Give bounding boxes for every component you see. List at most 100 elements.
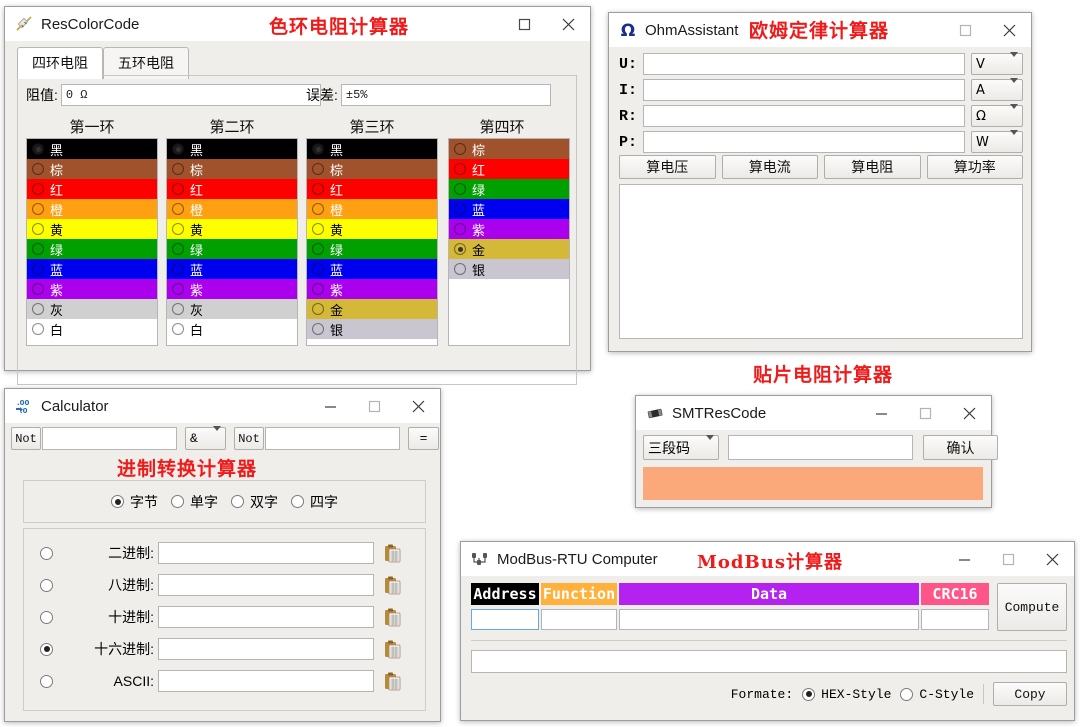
radio-icon[interactable] — [40, 611, 53, 624]
radio-icon[interactable] — [32, 243, 44, 255]
width-option-字节[interactable]: 字节 — [111, 492, 158, 512]
radio-icon[interactable] — [171, 495, 184, 508]
color-option-黑[interactable]: 黑 — [307, 139, 437, 159]
modbus-copy-button[interactable]: Copy — [993, 682, 1067, 706]
modbus-output-field[interactable] — [471, 650, 1067, 673]
radio-icon[interactable] — [172, 203, 184, 215]
resistance-value-field[interactable]: 0 Ω — [61, 84, 321, 106]
radio-icon[interactable] — [172, 183, 184, 195]
radio-icon[interactable] — [32, 263, 44, 275]
color-option-黄[interactable]: 黄 — [167, 219, 297, 239]
radio-icon[interactable] — [172, 143, 184, 155]
ohm-unit-select-p[interactable]: W — [971, 131, 1023, 153]
ohm-input-r[interactable] — [643, 105, 965, 127]
radio-icon[interactable] — [454, 183, 466, 195]
radio-icon[interactable] — [291, 495, 304, 508]
minimize-button-calculator[interactable] — [308, 389, 352, 423]
radio-icon[interactable] — [172, 263, 184, 275]
color-option-蓝[interactable]: 蓝 — [27, 259, 157, 279]
color-option-绿[interactable]: 绿 — [27, 239, 157, 259]
maximize-button-modbus[interactable] — [986, 542, 1030, 576]
color-list-ring3[interactable]: 黑棕红橙黄绿蓝紫金银 — [306, 138, 438, 346]
radio-icon[interactable] — [172, 323, 184, 335]
radio-icon[interactable] — [32, 303, 44, 315]
radio-icon[interactable] — [312, 203, 324, 215]
maximize-button-smtrescode[interactable] — [903, 396, 947, 430]
radio-icon[interactable] — [32, 143, 44, 155]
radio-icon[interactable] — [40, 579, 53, 592]
window-calculator[interactable]: .00 .0 Calculator Not & — [4, 388, 441, 722]
radio-icon[interactable] — [454, 263, 466, 275]
close-button-ohmassistant[interactable] — [987, 13, 1031, 47]
clipboard-icon[interactable] — [384, 640, 401, 659]
color-option-银[interactable]: 银 — [449, 259, 569, 279]
color-option-橙[interactable]: 橙 — [167, 199, 297, 219]
color-option-蓝[interactable]: 蓝 — [449, 199, 569, 219]
base-input-0[interactable] — [158, 542, 374, 564]
color-option-白[interactable]: 白 — [27, 319, 157, 339]
ohm-input-i[interactable] — [643, 79, 965, 101]
format-option-HEX-Style[interactable]: HEX-Style — [802, 687, 891, 702]
radio-icon[interactable] — [454, 243, 466, 255]
color-option-棕[interactable]: 棕 — [167, 159, 297, 179]
ohm-unit-select-r[interactable]: Ω — [971, 105, 1023, 127]
color-option-绿[interactable]: 绿 — [307, 239, 437, 259]
radio-icon[interactable] — [40, 675, 53, 688]
color-list-ring1[interactable]: 黑棕红橙黄绿蓝紫灰白 — [26, 138, 158, 346]
color-option-紫[interactable]: 紫 — [27, 279, 157, 299]
window-modbus[interactable]: ModBus-RTU Computer ModBus计算器 AddressFun… — [460, 541, 1075, 721]
color-option-红[interactable]: 红 — [27, 179, 157, 199]
width-option-单字[interactable]: 单字 — [171, 492, 218, 512]
window-smtrescode[interactable]: SMTResCode 三段码 确认 — [635, 395, 992, 508]
color-option-绿[interactable]: 绿 — [167, 239, 297, 259]
radio-icon[interactable] — [32, 183, 44, 195]
clipboard-icon[interactable] — [384, 672, 401, 691]
radio-icon[interactable] — [32, 283, 44, 295]
modbus-input-function[interactable] — [541, 609, 617, 630]
ohm-unit-select-i[interactable]: A — [971, 79, 1023, 101]
ohm-button-算电流[interactable]: 算电流 — [722, 155, 819, 179]
color-option-橙[interactable]: 橙 — [27, 199, 157, 219]
base-input-3[interactable] — [158, 638, 374, 660]
color-option-黄[interactable]: 黄 — [27, 219, 157, 239]
equals-button[interactable]: = — [408, 427, 439, 450]
color-option-棕[interactable]: 棕 — [449, 139, 569, 159]
radio-icon[interactable] — [172, 163, 184, 175]
radio-icon[interactable] — [312, 143, 324, 155]
color-option-金[interactable]: 金 — [307, 299, 437, 319]
maximize-button-calculator[interactable] — [352, 389, 396, 423]
base-input-4[interactable] — [158, 670, 374, 692]
radio-icon[interactable] — [802, 688, 815, 701]
titlebar-modbus[interactable]: ModBus-RTU Computer ModBus计算器 — [461, 542, 1074, 576]
color-option-红[interactable]: 红 — [307, 179, 437, 199]
color-option-紫[interactable]: 紫 — [307, 279, 437, 299]
modbus-input-crc16[interactable] — [921, 609, 989, 630]
radio-icon[interactable] — [40, 547, 53, 560]
radio-icon[interactable] — [32, 203, 44, 215]
color-option-棕[interactable]: 棕 — [27, 159, 157, 179]
radio-icon[interactable] — [312, 243, 324, 255]
modbus-input-data[interactable] — [619, 609, 919, 630]
minimize-button-modbus[interactable] — [942, 542, 986, 576]
color-option-金[interactable]: 金 — [449, 239, 569, 259]
window-rescolorcode[interactable]: ResColorCode 色环电阻计算器 四环电阻 五环电阻 阻值: 0 Ω 误… — [4, 6, 591, 371]
ohm-button-算电阻[interactable]: 算电阻 — [824, 155, 921, 179]
radio-icon[interactable] — [231, 495, 244, 508]
color-option-绿[interactable]: 绿 — [449, 179, 569, 199]
titlebar-smtrescode[interactable]: SMTResCode — [636, 396, 991, 430]
close-button-modbus[interactable] — [1030, 542, 1074, 576]
color-option-黑[interactable]: 黑 — [27, 139, 157, 159]
radio-icon[interactable] — [454, 143, 466, 155]
ohm-unit-select-u[interactable]: V — [971, 53, 1023, 75]
smt-mode-select[interactable]: 三段码 — [643, 435, 719, 460]
titlebar-ohmassistant[interactable]: Ω OhmAssistant 欧姆定律计算器 — [609, 13, 1031, 47]
radio-icon[interactable] — [312, 163, 324, 175]
format-option-C-Style[interactable]: C-Style — [900, 687, 974, 702]
radio-icon[interactable] — [312, 223, 324, 235]
radio-icon[interactable] — [454, 223, 466, 235]
modbus-compute-button[interactable]: Compute — [997, 583, 1067, 631]
color-option-蓝[interactable]: 蓝 — [307, 259, 437, 279]
radio-icon[interactable] — [172, 243, 184, 255]
radio-icon[interactable] — [312, 323, 324, 335]
radio-icon[interactable] — [454, 203, 466, 215]
